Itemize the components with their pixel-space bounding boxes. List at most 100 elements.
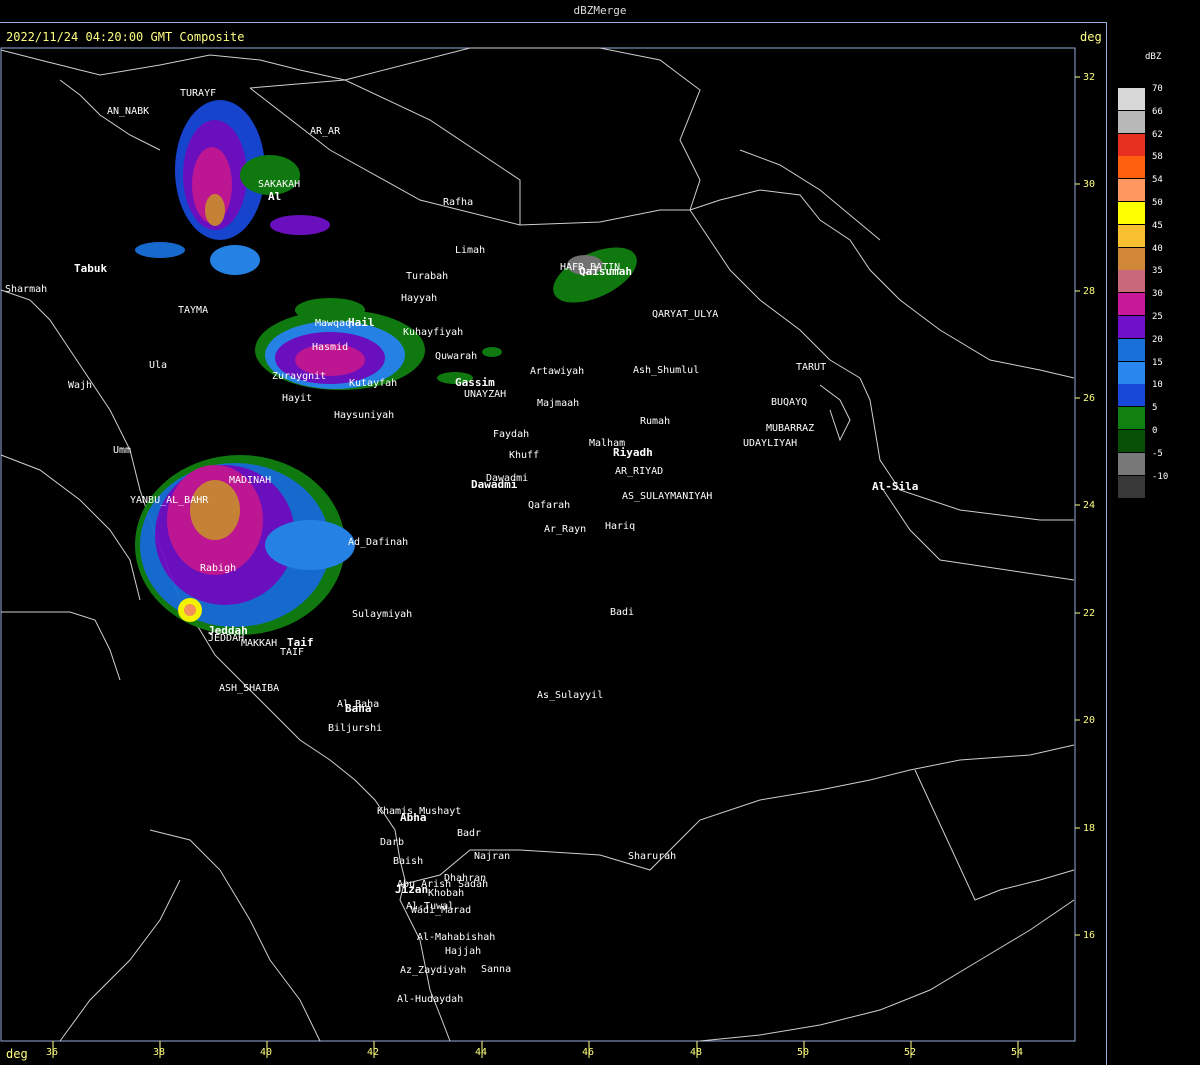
legend-swatch <box>1118 430 1145 452</box>
place-label: Az_Zaydiyah <box>400 965 466 976</box>
place-label: Sulaymiyah <box>352 609 412 620</box>
legend-label: -10 <box>1152 471 1169 482</box>
place-label: Kutayfah <box>349 378 397 389</box>
place-label: BUQAYQ <box>771 397 807 408</box>
legend-unit: dBZ <box>1145 52 1162 62</box>
place-label: Al-Sila <box>872 480 918 493</box>
legend-swatch <box>1118 316 1145 338</box>
lat-tick-label: 28 <box>1083 286 1095 297</box>
place-label: Haysuniyah <box>334 410 394 421</box>
legend-label: 45 <box>1152 220 1163 231</box>
place-label: Limah <box>455 245 485 256</box>
place-label: Al-Mahabishah <box>417 932 495 943</box>
legend-swatch <box>1118 293 1145 316</box>
lon-tick-36: 36 <box>46 1041 58 1058</box>
legend-label: 70 <box>1152 84 1163 94</box>
place-label: TAIF <box>280 647 304 658</box>
lat-tick-20: 20 <box>1075 715 1095 726</box>
echo-quwarah <box>482 347 502 357</box>
legend-swatch <box>1118 361 1145 384</box>
place-label: Dawadmi <box>471 478 518 491</box>
place-label: Sanna <box>481 964 511 975</box>
legend-label: 35 <box>1152 266 1163 277</box>
legend-label: 20 <box>1152 334 1163 345</box>
place-label: Biljurshi <box>328 723 382 734</box>
place-label: AN_NABK <box>107 106 149 117</box>
place-label: Khobah <box>428 888 464 899</box>
lon-tick-44: 44 <box>475 1041 487 1058</box>
place-label: JEDDAH <box>208 633 244 644</box>
place-label: MUBARRAZ <box>766 423 814 434</box>
legend-label: -5 <box>1152 448 1163 459</box>
legend-label: 0 <box>1152 426 1158 436</box>
lon-tick-40: 40 <box>260 1041 272 1058</box>
place-label: Rafha <box>443 197 473 208</box>
place-label: Umm <box>113 445 131 456</box>
lat-tick-label: 20 <box>1083 715 1095 726</box>
place-label: Kuhayfiyah <box>403 327 463 338</box>
place-label: AS_SULAYMANIYAH <box>622 491 712 502</box>
lat-axis: 32 30 28 26 24 22 20 18 16 <box>1075 72 1095 941</box>
legend-label: 66 <box>1152 106 1163 117</box>
lat-tick-label: 22 <box>1083 608 1095 619</box>
lon-tick-label: 40 <box>260 1047 272 1058</box>
legend-swatch <box>1118 110 1145 133</box>
place-label: Badr <box>457 828 481 839</box>
lat-tick-label: 18 <box>1083 823 1095 834</box>
lat-tick-label: 26 <box>1083 393 1095 404</box>
legend-label: 25 <box>1152 312 1163 322</box>
lat-tick-label: 24 <box>1083 500 1095 511</box>
lat-tick-32: 32 <box>1075 72 1095 83</box>
place-label: Darb <box>380 837 404 848</box>
legend-swatch <box>1118 133 1145 156</box>
legend-label: 15 <box>1152 357 1163 368</box>
lat-tick-label: 32 <box>1083 72 1095 83</box>
legend-swatch <box>1118 338 1145 361</box>
lon-tick-46: 46 <box>582 1041 594 1058</box>
place-label: Al <box>268 190 281 203</box>
lat-tick-28: 28 <box>1075 286 1095 297</box>
place-label: Hail <box>348 316 375 329</box>
place-label: Rabigh <box>200 563 236 574</box>
place-label: UDAYLIYAH <box>743 438 797 449</box>
place-label: Quwarah <box>435 351 477 362</box>
legend-swatch <box>1118 202 1145 224</box>
place-label: Wadi_Marad <box>411 905 471 916</box>
lon-tick-label: 48 <box>690 1047 702 1058</box>
lon-tick-label: 38 <box>153 1047 165 1058</box>
lat-tick-label: 30 <box>1083 179 1095 190</box>
legend-swatch <box>1118 247 1145 270</box>
legend-label: 50 <box>1152 198 1163 208</box>
lat-tick-30: 30 <box>1075 179 1095 190</box>
place-label: Badi <box>610 607 634 618</box>
legend-label: 54 <box>1152 175 1163 186</box>
place-label: AR_AR <box>310 126 341 137</box>
lat-tick-label: 16 <box>1083 930 1095 941</box>
place-label: AR_RIYAD <box>615 466 663 477</box>
legend-swatch <box>1118 179 1145 202</box>
place-label: TURAYF <box>180 88 216 99</box>
place-label: Hayit <box>282 393 312 404</box>
lon-tick-label: 44 <box>475 1047 487 1058</box>
place-label: Khuff <box>509 450 539 461</box>
place-label: Najran <box>474 851 510 862</box>
legend-swatch <box>1118 270 1145 293</box>
legend-swatch <box>1118 384 1145 407</box>
place-label: Zuraygnit <box>272 371 326 382</box>
place-label: Artawiyah <box>530 366 584 377</box>
place-label: Turabah <box>406 271 448 282</box>
place-label: Baish <box>393 856 423 867</box>
legend-swatch <box>1118 452 1145 475</box>
place-label: YANBU_AL_BAHR <box>130 495 209 506</box>
place-label: Hariq <box>605 521 635 532</box>
lon-tick-label: 54 <box>1011 1047 1023 1058</box>
lon-tick-42: 42 <box>367 1041 379 1058</box>
place-label: Faydah <box>493 429 529 440</box>
lon-tick-label: 52 <box>904 1047 916 1058</box>
legend-swatch <box>1118 88 1145 110</box>
lon-tick-label: 42 <box>367 1047 379 1058</box>
place-label: SAKAKAH <box>258 179 300 190</box>
legend-label: 5 <box>1152 403 1158 414</box>
lon-tick-48: 48 <box>690 1041 702 1058</box>
radar-map[interactable]: 32 30 28 26 24 22 20 18 16 36 38 40 42 4… <box>0 0 1200 1065</box>
